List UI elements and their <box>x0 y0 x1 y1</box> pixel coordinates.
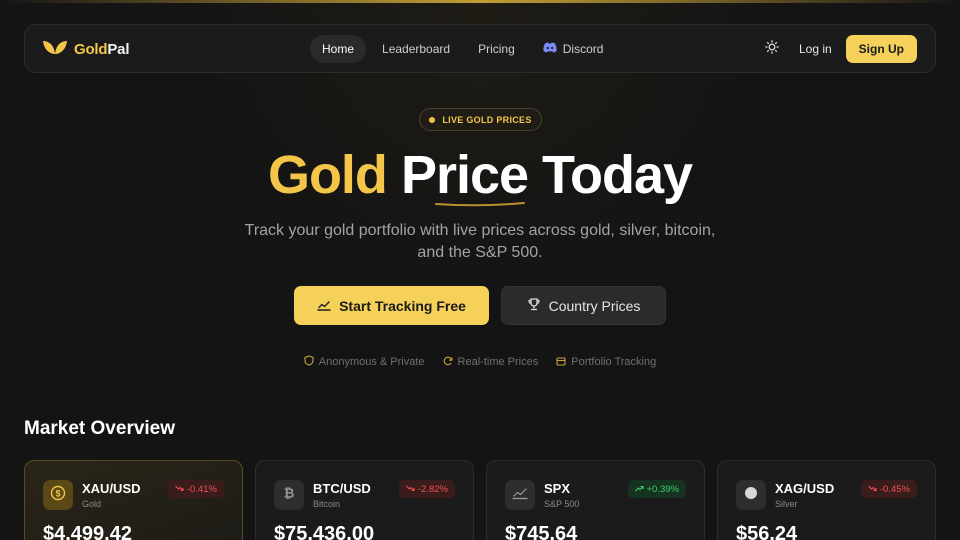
card-name: Gold <box>82 499 102 509</box>
trophy-icon <box>527 297 541 314</box>
feature-item-realtime-label: Real-time Prices <box>457 356 539 368</box>
nav-links: Home Leaderboard Pricing Discord <box>310 35 619 63</box>
trend-down-icon <box>406 484 415 495</box>
market-card-bitcoin[interactable]: ₿ BTC/USD Bitcoin -2.82% $75,436.00 <box>255 460 474 540</box>
wallet-icon <box>556 356 566 369</box>
change-value: -2.82% <box>417 483 448 495</box>
hero-title-rest: Price Today <box>400 145 693 205</box>
nav-link-discord-label: Discord <box>562 42 604 56</box>
card-symbol: XAU/USD <box>82 481 141 496</box>
nav-link-pricing[interactable]: Pricing <box>466 35 527 63</box>
nav-link-leaderboard[interactable]: Leaderboard <box>370 35 462 63</box>
title-underline-decoration <box>435 202 525 207</box>
country-prices-button-label: Country Prices <box>548 297 641 314</box>
card-icon-wrap: $ <box>43 480 73 510</box>
hero-subtitle: Track your gold portfolio with live pric… <box>244 222 716 261</box>
navbar: GoldPal Home Leaderboard Pricing Discord <box>24 24 936 73</box>
feature-list: Anonymous & Private Real-time Prices Por… <box>0 355 960 369</box>
card-price: $745.64 <box>505 523 578 540</box>
change-badge: -0.45% <box>860 480 917 498</box>
market-card-silver[interactable]: XAG/USD Silver -0.45% $56.24 <box>717 460 936 540</box>
trend-down-icon <box>868 484 877 495</box>
feature-item-portfolio-label: Portfolio Tracking <box>571 356 657 368</box>
card-price: $75,436.00 <box>274 523 375 540</box>
feature-item-portfolio: Portfolio Tracking <box>556 355 656 369</box>
svg-text:₿: ₿ <box>284 485 295 500</box>
sun-icon <box>765 39 779 59</box>
market-card-gold[interactable]: $ XAU/USD Gold -0.41% $4,499.42 <box>24 460 243 540</box>
brand-name: GoldPal <box>74 41 129 58</box>
change-value: -0.41% <box>186 483 217 495</box>
card-symbol: BTC/USD <box>313 481 371 496</box>
card-icon-wrap: ₿ <box>274 480 304 510</box>
card-icon-wrap <box>736 480 766 510</box>
change-value: +0.39% <box>646 483 680 495</box>
live-dot-icon <box>429 116 436 123</box>
card-name: S&P 500 <box>544 499 580 509</box>
coin-icon: $ <box>50 485 66 506</box>
chart-line-icon <box>512 486 528 505</box>
card-name: Bitcoin <box>313 499 341 509</box>
trend-up-icon <box>634 484 644 495</box>
card-price: $56.24 <box>736 523 798 540</box>
live-prices-badge-label: LIVE GOLD PRICES <box>442 114 532 125</box>
country-prices-button[interactable]: Country Prices <box>501 286 666 325</box>
start-tracking-button[interactable]: Start Tracking Free <box>294 286 489 325</box>
market-overview-title: Market Overview <box>24 418 176 439</box>
card-price: $4,499.42 <box>43 523 132 540</box>
card-icon-wrap <box>505 480 535 510</box>
cta-row: Start Tracking Free Country Prices <box>294 286 666 325</box>
change-value: -0.45% <box>879 483 910 495</box>
nav-link-home[interactable]: Home <box>310 35 367 63</box>
change-badge: -0.41% <box>167 480 224 498</box>
nav-link-pricing-label: Pricing <box>478 42 515 56</box>
feature-item-anonymous: Anonymous & Private <box>304 355 425 369</box>
start-tracking-button-label: Start Tracking Free <box>339 297 466 314</box>
shield-icon <box>304 355 314 369</box>
refresh-icon <box>443 356 453 369</box>
feature-item-anonymous-label: Anonymous & Private <box>318 356 425 368</box>
nav-link-leaderboard-label: Leaderboard <box>382 42 451 56</box>
brand-logo[interactable]: GoldPal <box>42 38 129 61</box>
trend-chart-icon <box>317 298 331 314</box>
svg-text:$: $ <box>55 488 60 498</box>
market-card-spx[interactable]: SPX S&P 500 +0.39% $745.64 <box>486 460 705 540</box>
trend-down-icon <box>175 484 184 495</box>
card-name: Silver <box>775 499 798 509</box>
signup-button[interactable]: Sign Up <box>845 35 917 63</box>
top-accent-bar <box>0 0 960 3</box>
market-cards: $ XAU/USD Gold -0.41% $4,499.42 ₿ BTC/US… <box>24 460 936 540</box>
nav-link-home-label: Home <box>322 42 355 56</box>
feature-item-realtime: Real-time Prices <box>443 355 539 369</box>
theme-toggle[interactable] <box>761 38 783 60</box>
login-link[interactable]: Log in <box>795 38 836 60</box>
live-prices-badge: LIVE GOLD PRICES <box>419 108 542 131</box>
leaf-logo-icon <box>42 38 68 61</box>
card-symbol: XAG/USD <box>775 481 835 496</box>
brand-name-suffix: Pal <box>107 41 130 58</box>
nav-link-discord[interactable]: Discord <box>531 35 616 63</box>
hero-title-gold: Gold <box>267 145 388 205</box>
brand-name-gold: Gold <box>74 41 108 58</box>
card-symbol: SPX <box>544 481 571 496</box>
change-badge: +0.39% <box>627 480 686 498</box>
discord-icon <box>543 42 557 56</box>
silver-coin-icon <box>743 485 759 506</box>
change-badge: -2.82% <box>398 480 455 498</box>
nav-actions: Log in Sign Up <box>761 35 917 63</box>
bitcoin-icon: ₿ <box>281 485 297 506</box>
